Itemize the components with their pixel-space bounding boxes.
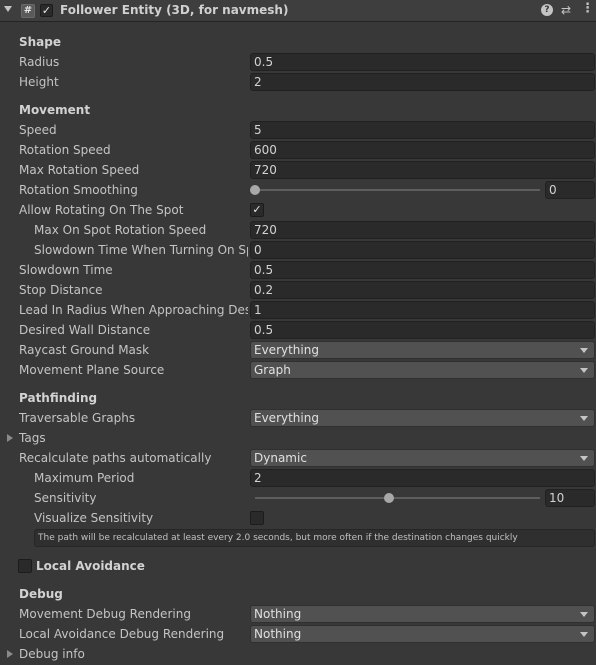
stop-distance-label: Stop Distance <box>19 283 103 297</box>
local-avoidance-label: Local Avoidance <box>36 559 145 573</box>
lead-in-radius-label: Lead In Radius When Approaching Destinat… <box>19 303 248 317</box>
debug-info-foldout-label[interactable]: Debug info <box>19 647 85 661</box>
wall-distance-field[interactable]: 0.5 <box>250 321 595 339</box>
component-title: Follower Entity (3D, for navmesh) <box>60 3 289 17</box>
height-label: Height <box>19 75 59 89</box>
dropdown-arrow-icon <box>580 416 588 421</box>
recalc-value: Dynamic <box>254 451 307 465</box>
help-icon[interactable]: ? <box>541 4 553 16</box>
tags-foldout-arrow-icon[interactable] <box>7 434 13 442</box>
radius-field[interactable]: 0.5 <box>250 53 595 71</box>
section-shape: Shape <box>19 35 62 49</box>
visualize-sensitivity-label: Visualize Sensitivity <box>34 511 154 525</box>
avoidance-debug-label: Local Avoidance Debug Rendering <box>19 627 225 641</box>
traversable-graphs-value: Everything <box>254 411 319 425</box>
recalc-label: Recalculate paths automatically <box>19 451 212 465</box>
collapse-arrow-icon[interactable] <box>4 6 12 12</box>
max-period-label: Maximum Period <box>34 471 135 485</box>
rotation-speed-label: Rotation Speed <box>19 143 111 157</box>
speed-label: Speed <box>19 123 57 137</box>
plane-source-label: Movement Plane Source <box>19 363 165 377</box>
max-on-spot-field[interactable]: 720 <box>250 221 595 239</box>
slowdown-time-field[interactable]: 0.5 <box>250 261 595 279</box>
allow-rotating-checkbox[interactable]: ✓ <box>250 203 264 217</box>
traversable-graphs-dropdown[interactable]: Everything <box>250 409 595 427</box>
stop-distance-field[interactable]: 0.2 <box>250 281 595 299</box>
slowdown-turning-field[interactable]: 0 <box>250 241 595 259</box>
component-header[interactable]: # ✓ Follower Entity (3D, for navmesh) ? … <box>0 0 596 22</box>
max-rotation-speed-label: Max Rotation Speed <box>19 163 140 177</box>
rotation-smoothing-field[interactable]: 0 <box>545 181 595 199</box>
raycast-mask-label: Raycast Ground Mask <box>19 343 150 357</box>
movement-debug-dropdown[interactable]: Nothing <box>250 605 595 623</box>
rotation-smoothing-slider-thumb[interactable] <box>250 185 260 195</box>
speed-field[interactable]: 5 <box>250 121 595 139</box>
avoidance-debug-dropdown[interactable]: Nothing <box>250 625 595 643</box>
section-pathfinding: Pathfinding <box>19 391 98 405</box>
sensitivity-slider-thumb[interactable] <box>383 493 394 503</box>
plane-source-value: Graph <box>254 363 291 377</box>
dropdown-arrow-icon <box>580 368 588 373</box>
section-debug: Debug <box>19 587 63 601</box>
recalc-help-box: The path will be recalculated at least e… <box>34 529 595 547</box>
tags-foldout-label[interactable]: Tags <box>19 431 46 445</box>
presets-icon[interactable]: ⇄ <box>561 3 571 17</box>
rotation-smoothing-label: Rotation Smoothing <box>19 183 138 197</box>
radius-label: Radius <box>19 55 60 69</box>
dropdown-arrow-icon <box>580 632 588 637</box>
component-enabled-checkbox[interactable]: ✓ <box>40 4 53 17</box>
avoidance-debug-value: Nothing <box>254 627 302 641</box>
dropdown-arrow-icon <box>580 348 588 353</box>
lead-in-radius-field[interactable]: 1 <box>250 301 595 319</box>
rotation-smoothing-slider-track[interactable] <box>255 189 540 191</box>
raycast-mask-value: Everything <box>254 343 319 357</box>
debug-info-foldout-arrow-icon[interactable] <box>7 650 13 658</box>
sensitivity-label: Sensitivity <box>34 491 97 505</box>
wall-distance-label: Desired Wall Distance <box>19 323 151 337</box>
slowdown-turning-label: Slowdown Time When Turning On Spot <box>34 243 248 257</box>
plane-source-dropdown[interactable]: Graph <box>250 361 595 379</box>
rotation-speed-field[interactable]: 600 <box>250 141 595 159</box>
visualize-sensitivity-checkbox[interactable] <box>250 511 264 525</box>
section-movement: Movement <box>19 103 91 117</box>
traversable-graphs-label: Traversable Graphs <box>19 411 136 425</box>
movement-debug-value: Nothing <box>254 607 302 621</box>
movement-debug-label: Movement Debug Rendering <box>19 607 191 621</box>
max-on-spot-label: Max On Spot Rotation Speed <box>34 223 207 237</box>
context-menu-icon[interactable]: ⋮ <box>581 1 594 17</box>
local-avoidance-checkbox[interactable] <box>18 559 32 573</box>
sensitivity-field[interactable]: 10 <box>545 489 595 507</box>
dropdown-arrow-icon <box>580 612 588 617</box>
allow-rotating-label: Allow Rotating On The Spot <box>19 203 184 217</box>
height-field[interactable]: 2 <box>250 73 595 91</box>
sensitivity-slider-track[interactable] <box>255 497 540 499</box>
dropdown-arrow-icon <box>580 456 588 461</box>
script-icon: # <box>21 4 35 18</box>
max-rotation-speed-field[interactable]: 720 <box>250 161 595 179</box>
max-period-field[interactable]: 2 <box>250 469 595 487</box>
recalc-dropdown[interactable]: Dynamic <box>250 449 595 467</box>
slowdown-time-label: Slowdown Time <box>19 263 113 277</box>
raycast-mask-dropdown[interactable]: Everything <box>250 341 595 359</box>
